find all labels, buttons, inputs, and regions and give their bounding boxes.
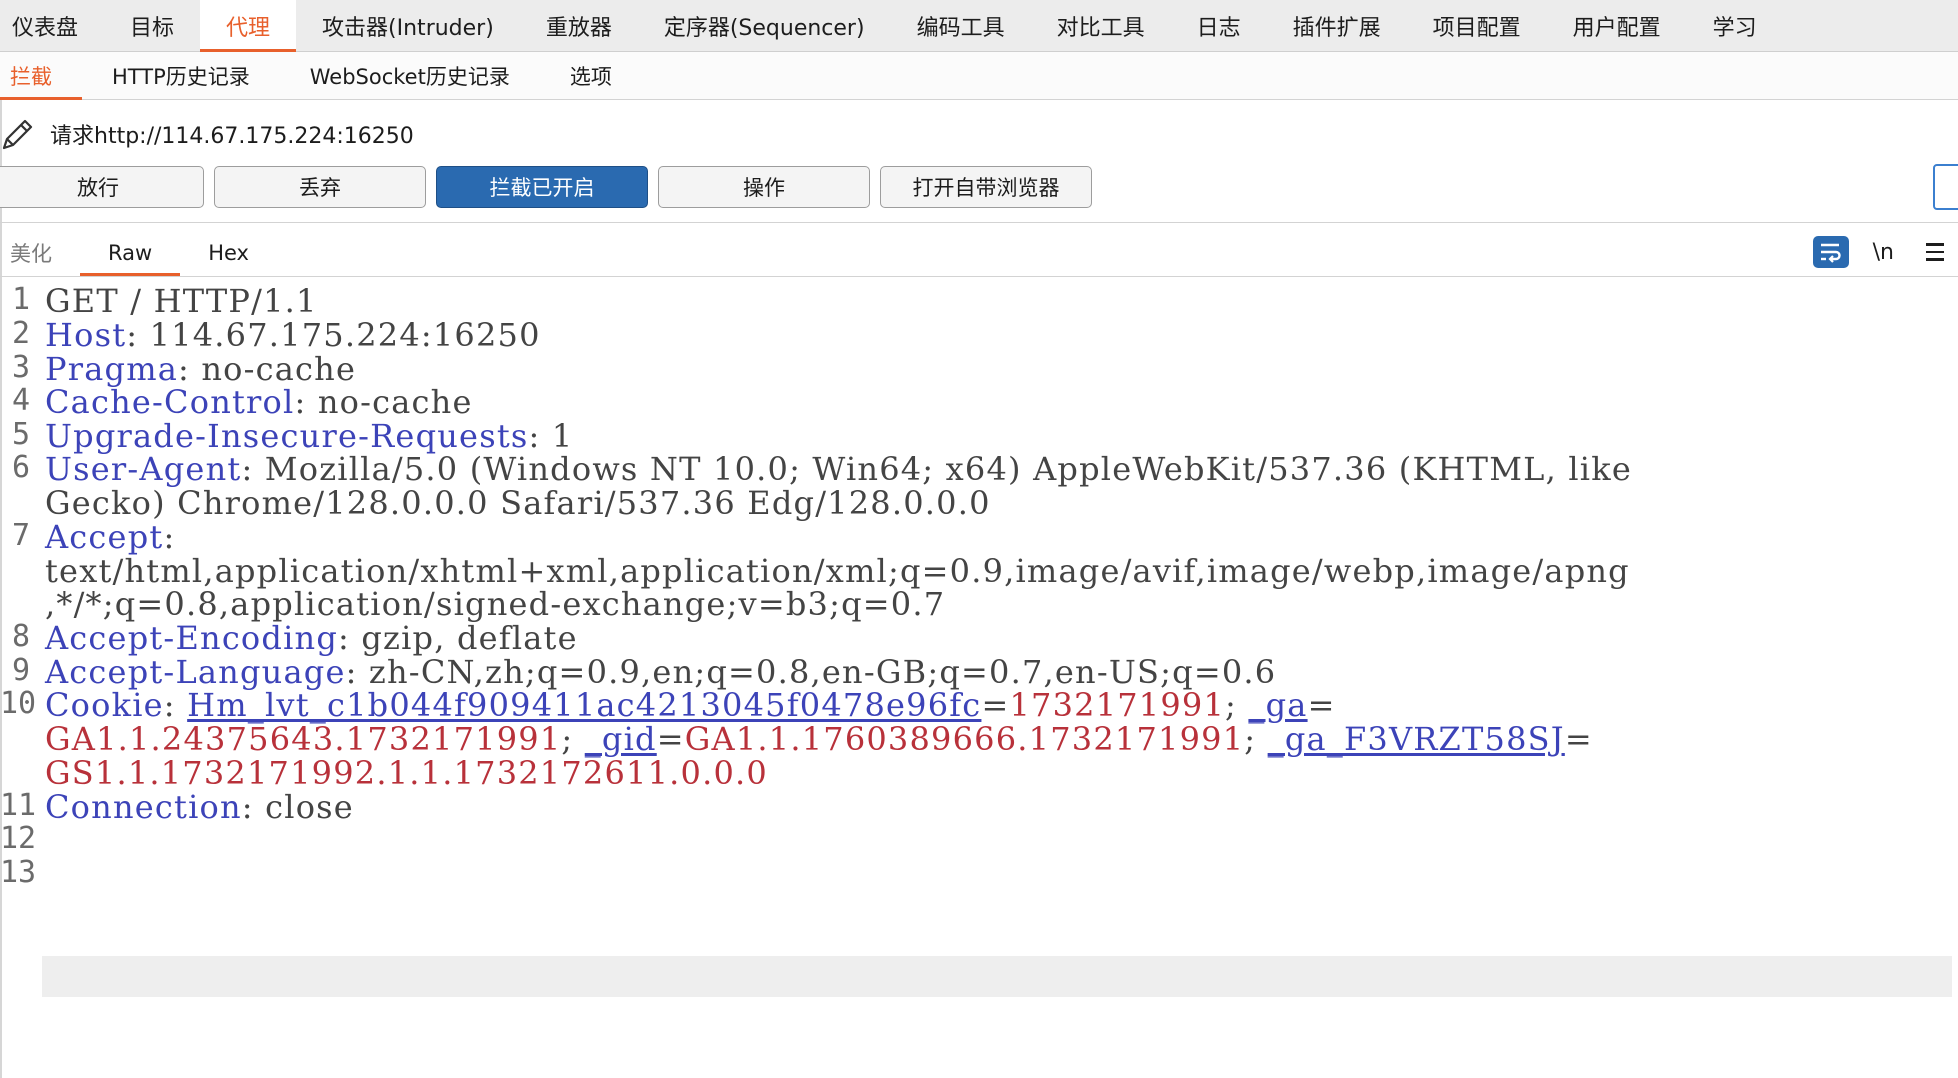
cookie-name: _ga — [1248, 686, 1308, 724]
separator: ; — [1244, 720, 1268, 758]
tab-proxy[interactable]: 代理 — [200, 0, 297, 52]
equals: = — [981, 686, 1010, 724]
header-name: Accept-Encoding — [45, 619, 339, 657]
line-number: 8 — [11, 619, 30, 654]
separator: ; — [561, 720, 585, 758]
drop-button[interactable]: 丢弃 — [214, 166, 426, 208]
line-number: 2 — [11, 316, 30, 351]
intercept-toolbar: 放行 丢弃 拦截已开启 操作 打开自带浏览器 — [0, 166, 1092, 208]
colon: : — [241, 450, 254, 488]
intercept-toggle-button[interactable]: 拦截已开启 — [436, 166, 648, 208]
header-name: User-Agent — [45, 450, 242, 488]
tab-logger[interactable]: 日志 — [1171, 0, 1267, 51]
divider — [0, 222, 1958, 223]
cookie-name: Hm_lvt_c1b044f909411ac4213045f0478e96fc — [187, 686, 982, 724]
header-name: Cache-Control — [45, 383, 295, 421]
line-number: 5 — [11, 417, 30, 452]
action-button[interactable]: 操作 — [658, 166, 870, 208]
request-url-label: 请求http://114.67.175.224:16250 — [50, 124, 414, 149]
tab-repeater[interactable]: 重放器 — [520, 0, 638, 51]
header-value: ,*/*;q=0.8,application/signed-exchange;v… — [45, 585, 946, 623]
header-value: Gecko) Chrome/128.0.0.0 Safari/537.36 Ed… — [45, 484, 991, 522]
header-value: gzip, deflate — [350, 619, 578, 657]
open-browser-button[interactable]: 打开自带浏览器 — [880, 166, 1092, 208]
tab-user-options[interactable]: 用户配置 — [1547, 0, 1687, 51]
line-number: 7 — [11, 518, 30, 553]
colon: : — [163, 518, 176, 556]
header-name: Cookie — [45, 686, 164, 724]
subtab-http-history[interactable]: HTTP历史记录 — [82, 52, 280, 99]
tab-project-options[interactable]: 项目配置 — [1407, 0, 1547, 51]
header-name: Host — [45, 316, 127, 354]
header-value: 114.67.175.224:16250 — [138, 316, 541, 354]
editor-tools: \n — [1812, 234, 1958, 270]
cookie-value: 1732171991 — [1009, 686, 1226, 724]
word-wrap-icon[interactable] — [1812, 236, 1849, 268]
main-tab-bar: 仪表盘 目标 代理 攻击器(Intruder) 重放器 定序器(Sequence… — [0, 0, 1958, 52]
line-number: 1 — [11, 282, 30, 317]
header-name: Connection — [45, 788, 242, 826]
line-number: 10 — [0, 686, 37, 721]
tab-learn[interactable]: 学习 — [1687, 0, 1783, 51]
cookie-name: _ga_F3VRZT58SJ — [1267, 720, 1565, 758]
colon: : — [163, 686, 188, 724]
line-number: 12 — [0, 821, 37, 856]
request-info: 请求http://114.67.175.224:16250 — [0, 112, 414, 156]
code-line: Connection: close — [45, 788, 354, 830]
tab-sequencer[interactable]: 定序器(Sequencer) — [638, 0, 891, 51]
tab-decoder[interactable]: 编码工具 — [891, 0, 1031, 51]
header-name: Accept — [45, 518, 164, 556]
wrap-lines-icon — [1820, 243, 1841, 263]
tab-intruder[interactable]: 攻击器(Intruder) — [296, 0, 520, 51]
colon: : — [338, 619, 350, 657]
colon: : — [294, 383, 307, 421]
cookie-value: GA1.1.1760389666.1732171991 — [684, 720, 1245, 758]
show-newlines-button[interactable]: \n — [1873, 240, 1894, 265]
subtab-options[interactable]: 选项 — [540, 52, 642, 99]
subtab-websocket-history[interactable]: WebSocket历史记录 — [280, 52, 540, 99]
forward-button[interactable]: 放行 — [0, 166, 204, 208]
tab-pretty[interactable]: 美化 — [0, 230, 80, 276]
separator: ; — [1225, 686, 1249, 724]
colon: : — [126, 316, 139, 354]
current-line-highlight — [42, 956, 1952, 997]
cookie-name: _gid — [584, 720, 657, 758]
divider — [0, 276, 1958, 277]
tab-raw[interactable]: Raw — [80, 230, 181, 276]
code-line-wrapped: Gecko) Chrome/128.0.0.0 Safari/537.36 Ed… — [45, 484, 991, 526]
tab-comparer[interactable]: 对比工具 — [1031, 0, 1171, 51]
header-value: no-cache — [306, 383, 473, 421]
line-number: 9 — [11, 653, 30, 688]
tab-target[interactable]: 目标 — [104, 0, 200, 51]
equals: = — [1564, 720, 1593, 758]
proxy-sub-tab-bar: 拦截 HTTP历史记录 WebSocket历史记录 选项 — [0, 52, 1958, 100]
tab-extensions[interactable]: 插件扩展 — [1267, 0, 1407, 51]
equals: = — [1307, 686, 1336, 724]
request-line: GET / HTTP/1.1 — [45, 282, 318, 320]
line-number: 3 — [11, 350, 30, 385]
tab-hex[interactable]: Hex — [180, 230, 277, 276]
cookie-value: GA1.1.24375643.1732171991 — [45, 720, 562, 758]
search-field-edge[interactable] — [1933, 164, 1958, 210]
line-number: 13 — [0, 855, 37, 890]
header-value: Mozilla/5.0 (Windows NT 10.0; Win64; x64… — [253, 450, 1632, 488]
editor-view-tabs: 美化 Raw Hex — [0, 230, 277, 276]
cookie-value: GS1.1.1732171992.1.1.1732172611.0.0.0 — [45, 754, 768, 792]
tab-dashboard[interactable]: 仪表盘 — [0, 0, 104, 51]
line-number: 4 — [11, 383, 30, 418]
subtab-intercept[interactable]: 拦截 — [0, 52, 82, 100]
line-number: 11 — [0, 788, 37, 823]
colon: : — [241, 788, 254, 826]
pencil-icon — [2, 119, 33, 150]
header-value: close — [253, 788, 354, 826]
equals: = — [656, 720, 685, 758]
hamburger-menu-icon[interactable] — [1926, 243, 1944, 261]
line-number: 6 — [11, 450, 30, 485]
